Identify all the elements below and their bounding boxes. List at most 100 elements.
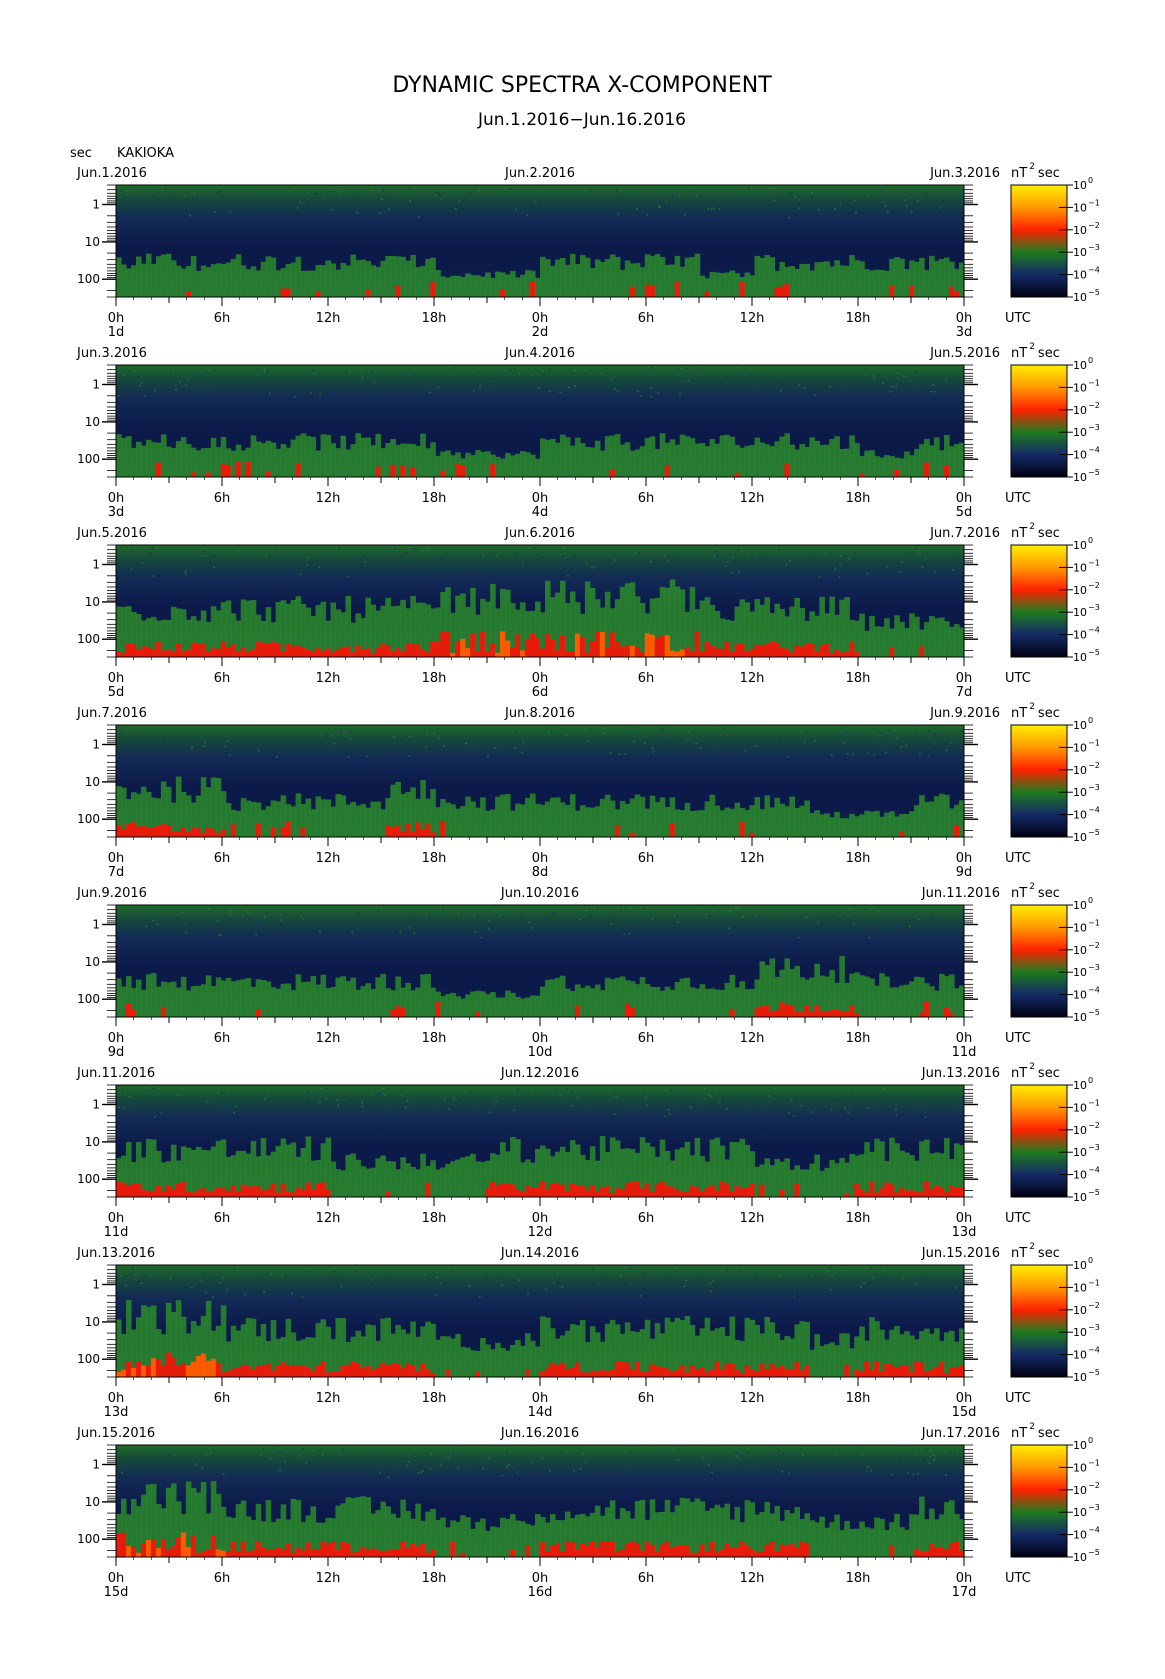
power-peak xyxy=(530,634,536,657)
power-column xyxy=(150,1139,157,1197)
x-tick-label: 12h xyxy=(740,671,765,686)
noise-speck xyxy=(802,1454,804,1456)
power-column xyxy=(330,1339,337,1377)
power-column xyxy=(824,813,830,837)
noise-speck xyxy=(951,924,954,926)
power-column xyxy=(430,442,436,477)
noise-speck xyxy=(421,550,423,552)
colorbar-unit: nT 2 sec xyxy=(1011,162,1060,181)
power-peak xyxy=(160,1006,167,1017)
day-label: 10d xyxy=(528,1045,553,1060)
noise-speck xyxy=(703,1087,706,1090)
noise-speck xyxy=(441,908,444,911)
noise-speck xyxy=(868,936,871,939)
noise-speck xyxy=(385,1461,388,1463)
power-peak xyxy=(250,1550,257,1557)
unit-suffix: sec xyxy=(1038,886,1060,901)
noise-speck xyxy=(306,557,309,559)
power-peak xyxy=(574,1549,581,1557)
power-peak xyxy=(569,1183,576,1197)
power-column xyxy=(679,589,686,657)
x-tick-label: 18h xyxy=(846,1391,871,1406)
noise-speck xyxy=(782,1453,785,1455)
power-column xyxy=(390,255,396,297)
colorbar-label: 10−1 xyxy=(1073,198,1100,214)
power-peak xyxy=(225,1370,232,1377)
colorbar-label-base: 10 xyxy=(1073,1371,1087,1384)
noise-speck xyxy=(676,929,679,932)
power-column xyxy=(699,810,706,837)
noise-speck xyxy=(250,1111,253,1113)
power-peak xyxy=(614,824,621,837)
power-column xyxy=(310,809,317,837)
power-peak xyxy=(505,1183,511,1197)
power-column xyxy=(939,973,945,1017)
power-peak xyxy=(754,644,761,657)
power-column xyxy=(749,275,756,297)
power-column xyxy=(859,613,865,657)
noise-speck xyxy=(711,1471,713,1474)
power-peak xyxy=(140,646,147,657)
x-tick-label: 0h xyxy=(108,1571,125,1586)
power-column xyxy=(535,803,541,837)
power-column xyxy=(649,1146,656,1197)
power-peak xyxy=(420,828,426,837)
unit-suffix: sec xyxy=(1038,706,1060,721)
noise-speck xyxy=(650,387,653,389)
noise-speck xyxy=(900,746,903,748)
power-column xyxy=(170,606,177,657)
power-column xyxy=(714,805,721,837)
power-column xyxy=(505,793,511,837)
noise-speck xyxy=(667,740,670,743)
noise-speck xyxy=(474,931,477,934)
power-column xyxy=(639,267,646,297)
noise-speck xyxy=(685,367,688,370)
power-column xyxy=(854,443,860,477)
power-column xyxy=(185,1147,192,1197)
power-column xyxy=(604,977,611,1017)
noise-speck xyxy=(501,1474,504,1477)
power-peak xyxy=(899,1187,905,1197)
noise-speck xyxy=(623,933,626,935)
x-tick-label: 12h xyxy=(316,1391,341,1406)
power-column xyxy=(145,1139,152,1197)
power-peak xyxy=(859,1189,865,1197)
power-peak xyxy=(589,1185,596,1197)
noise-speck xyxy=(664,922,667,925)
power-peak xyxy=(245,1365,252,1377)
power-peak xyxy=(659,1367,666,1377)
power-peak xyxy=(749,832,756,837)
power-column xyxy=(909,455,915,477)
noise-speck xyxy=(417,568,420,571)
colorbar-label-exp: −4 xyxy=(1088,266,1100,275)
power-column xyxy=(285,447,292,477)
power-peak xyxy=(574,1362,581,1377)
power-column xyxy=(180,437,187,477)
noise-speck xyxy=(755,745,758,747)
noise-speck xyxy=(929,395,932,397)
power-peak xyxy=(475,651,481,657)
power-column xyxy=(510,455,516,477)
noise-speck xyxy=(960,730,963,732)
noise-speck xyxy=(200,1279,203,1282)
noise-speck xyxy=(347,756,350,758)
colorbar-label-exp: −5 xyxy=(1088,1368,1100,1377)
power-peak xyxy=(305,1182,312,1197)
power-column xyxy=(280,983,287,1017)
noise-speck xyxy=(248,918,251,920)
colorbar-label-exp: 0 xyxy=(1088,1436,1093,1445)
power-column xyxy=(450,455,456,477)
power-peak xyxy=(734,1369,741,1377)
power-column xyxy=(929,616,935,657)
power-column xyxy=(554,442,561,477)
power-peak xyxy=(190,1361,197,1377)
y-tick-label: 100 xyxy=(77,452,100,466)
noise-speck xyxy=(430,1287,433,1290)
power-peak xyxy=(195,1190,202,1197)
power-peak xyxy=(130,822,137,837)
power-column xyxy=(445,994,451,1017)
panel-mid-date: Jun.12.2016 xyxy=(500,1066,579,1081)
power-column xyxy=(774,797,781,837)
power-peak xyxy=(500,289,506,297)
power-peak xyxy=(589,641,596,657)
